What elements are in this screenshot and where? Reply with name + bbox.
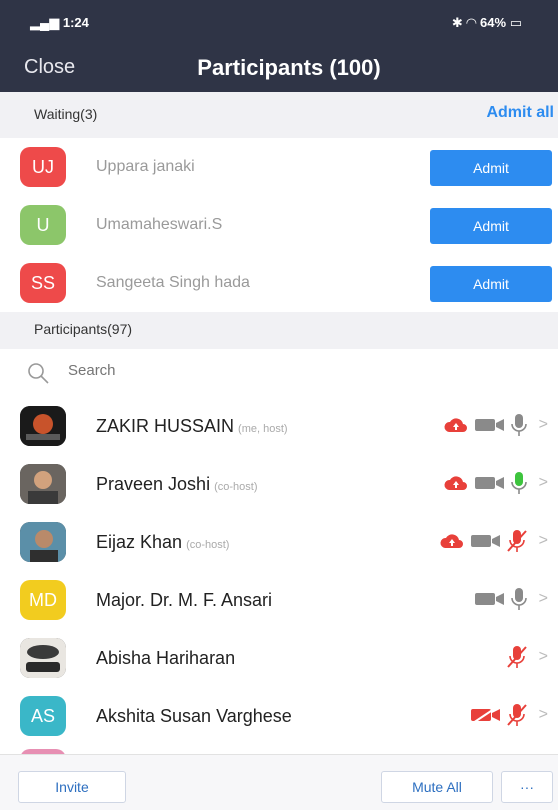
participant-row[interactable]: AS Akshita Susan Varghese > — [0, 687, 558, 746]
cloud-recording-icon — [440, 534, 463, 548]
status-right: ✱ ◠ 64% ▭ — [452, 15, 522, 31]
participant-status-icons: > — [474, 588, 548, 610]
video-off-icon — [474, 419, 504, 431]
participant-status-icons: > — [506, 646, 548, 668]
mute-all-button[interactable]: Mute All — [381, 771, 493, 803]
video-off-icon — [474, 593, 504, 605]
chevron-right-icon: > — [538, 706, 548, 723]
participant-status-icons: > — [470, 704, 548, 726]
chevron-right-icon: > — [538, 532, 548, 549]
waiting-name: Sangeeta Singh hada — [96, 274, 250, 291]
chevron-right-icon: > — [538, 590, 548, 607]
participant-row[interactable]: Abisha Hariharan > — [0, 629, 558, 688]
avatar: AS — [20, 696, 66, 736]
avatar: UJ — [20, 147, 66, 187]
participant-row[interactable]: ZAKIR HUSSAIN (me, host) > — [0, 397, 558, 456]
microphone-muted-icon — [506, 646, 527, 668]
waiting-row: SS Sangeeta Singh hada Admit — [0, 254, 558, 313]
battery-percent: 64% — [480, 15, 507, 30]
participant-status-icons: > — [443, 472, 548, 494]
invite-button[interactable]: Invite — [18, 771, 126, 803]
chevron-right-icon: > — [538, 416, 548, 433]
search-icon — [28, 363, 49, 384]
waiting-row: U Umamaheswari.S Admit — [0, 196, 558, 255]
avatar — [20, 406, 66, 446]
video-off-icon — [474, 477, 504, 489]
waiting-name: Uppara janaki — [96, 158, 195, 175]
participant-row[interactable]: Praveen Joshi (co-host) > — [0, 455, 558, 514]
bluetooth-icon: ✱ — [451, 15, 463, 30]
waiting-section-header: Waiting(3) Admit all — [0, 92, 558, 138]
admit-button[interactable]: Admit — [430, 266, 552, 302]
admit-all-button[interactable]: Admit all — [486, 104, 554, 122]
battery-icon: ▭ — [509, 15, 522, 30]
search-input[interactable] — [66, 361, 370, 380]
microphone-icon — [510, 414, 527, 436]
avatar — [20, 522, 66, 562]
search-bar — [0, 349, 558, 398]
participant-role: (co-host) — [186, 539, 230, 551]
participant-role: (me, host) — [238, 423, 288, 435]
cloud-recording-icon — [444, 418, 467, 432]
avatar: SS — [20, 263, 66, 303]
status-time: 1:24 — [62, 15, 89, 30]
microphone-speaking-icon — [510, 472, 527, 494]
wifi-icon: ◠ — [466, 15, 477, 30]
video-muted-icon — [470, 706, 500, 724]
cloud-recording-icon — [444, 476, 467, 490]
admit-button[interactable]: Admit — [430, 150, 552, 186]
participant-name: Abisha Hariharan — [96, 648, 236, 668]
chevron-right-icon: > — [538, 474, 548, 491]
participant-row-partial — [0, 745, 558, 754]
page-title: Participants (100) — [197, 55, 381, 80]
avatar: MD — [20, 580, 66, 620]
more-options-button[interactable]: ··· — [501, 771, 553, 803]
participant-name: Akshita Susan Varghese — [96, 706, 292, 726]
admit-button[interactable]: Admit — [430, 208, 552, 244]
avatar — [20, 638, 66, 678]
video-off-icon — [470, 535, 500, 547]
participant-row[interactable]: Eijaz Khan (co-host) > — [0, 513, 558, 572]
participant-name: ZAKIR HUSSAIN (me, host) — [96, 416, 288, 436]
microphone-muted-icon — [506, 704, 527, 726]
waiting-row: UJ Uppara janaki Admit — [0, 138, 558, 197]
microphone-muted-icon — [506, 530, 527, 552]
waiting-name: Umamaheswari.S — [96, 216, 223, 233]
participant-name: Major. Dr. M. F. Ansari — [96, 590, 273, 610]
participant-name: Eijaz Khan (co-host) — [96, 532, 230, 552]
participants-section-header: Participants(97) — [0, 312, 558, 349]
avatar — [20, 464, 66, 504]
microphone-icon — [510, 588, 527, 610]
avatar: U — [20, 205, 66, 245]
status-left: ▂▄▆ 1:24 — [30, 15, 89, 31]
footer-toolbar: Invite Mute All ··· — [0, 754, 558, 810]
participants-label: Participants(97) — [34, 321, 133, 337]
waiting-label: Waiting(3) — [34, 106, 98, 122]
participant-status-icons: > — [443, 414, 548, 436]
participant-status-icons: > — [439, 530, 548, 552]
participant-row[interactable]: MD Major. Dr. M. F. Ansari > — [0, 571, 558, 630]
status-bar: ▂▄▆ 1:24 ✱ ◠ 64% ▭ — [0, 0, 558, 46]
header-bar: Close Participants (100) — [0, 46, 558, 92]
participant-name: Praveen Joshi (co-host) — [96, 474, 258, 494]
signal-icon: ▂▄▆ — [30, 15, 60, 30]
participant-role: (co-host) — [214, 481, 258, 493]
chevron-right-icon: > — [538, 648, 548, 665]
